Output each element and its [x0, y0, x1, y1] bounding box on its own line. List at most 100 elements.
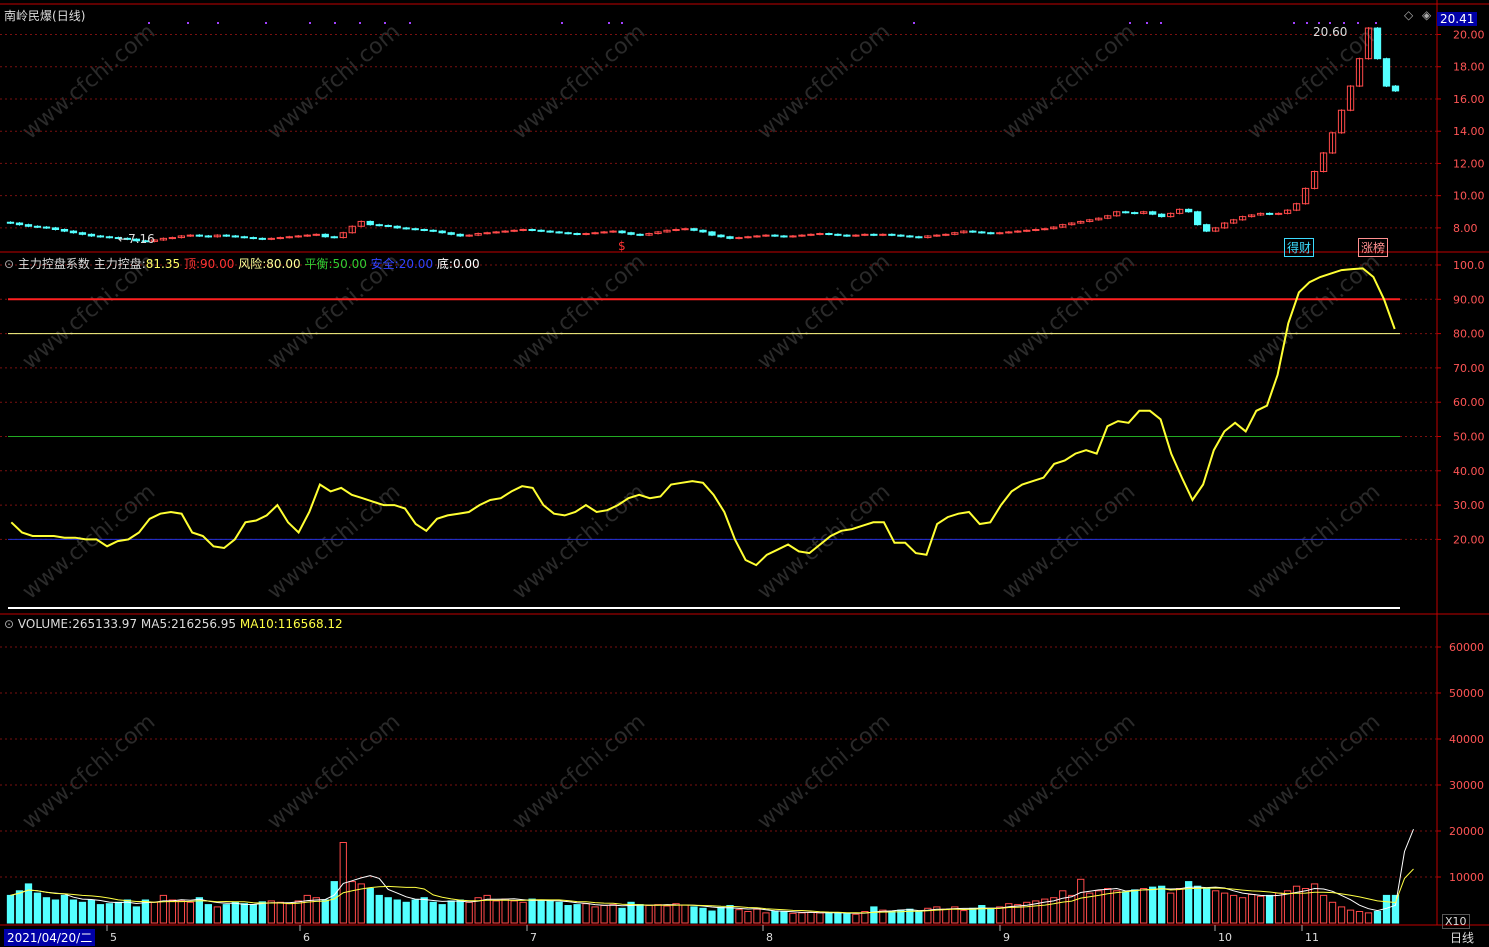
- candle-body[interactable]: [6, 221, 15, 224]
- candle-body[interactable]: [807, 233, 815, 236]
- candle-body[interactable]: [366, 220, 374, 226]
- volume-bar[interactable]: [303, 894, 311, 924]
- volume-bar[interactable]: [663, 905, 671, 924]
- volume-bar[interactable]: [366, 888, 374, 924]
- candle-body[interactable]: [231, 235, 239, 238]
- candle-body[interactable]: [483, 232, 491, 235]
- candle-body[interactable]: [1265, 212, 1274, 215]
- candle-body[interactable]: [1391, 85, 1400, 92]
- volume-bar[interactable]: [870, 906, 878, 924]
- volume-bar[interactable]: [960, 910, 968, 924]
- volume-bar[interactable]: [1059, 890, 1067, 924]
- volume-bar[interactable]: [1256, 895, 1265, 924]
- volume-bar[interactable]: [654, 904, 662, 924]
- price-candles-layer[interactable]: [6, 22, 1400, 243]
- candle-body[interactable]: [1158, 213, 1166, 218]
- candle-body[interactable]: [1005, 231, 1013, 234]
- candle-body[interactable]: [843, 234, 851, 237]
- candle-body[interactable]: [276, 237, 284, 240]
- volume-bar[interactable]: [735, 909, 743, 924]
- volume-bar[interactable]: [915, 911, 923, 924]
- volume-bar[interactable]: [42, 897, 51, 924]
- volume-bar[interactable]: [1202, 888, 1211, 924]
- candle-body[interactable]: [87, 233, 96, 237]
- candle-body[interactable]: [978, 231, 986, 234]
- volume-bar[interactable]: [141, 899, 150, 924]
- candle-body[interactable]: [249, 237, 257, 240]
- candle-body[interactable]: [1131, 212, 1139, 215]
- candle-body[interactable]: [240, 236, 248, 239]
- volume-bar[interactable]: [807, 911, 815, 924]
- volume-bar[interactable]: [996, 906, 1004, 924]
- volume-bar[interactable]: [699, 907, 707, 924]
- volume-bar[interactable]: [780, 911, 788, 924]
- volume-bar[interactable]: [564, 905, 572, 924]
- candle-body[interactable]: [753, 235, 761, 238]
- volume-bar[interactable]: [330, 881, 338, 924]
- candle-body[interactable]: [1032, 228, 1040, 231]
- candle-body[interactable]: [258, 237, 266, 240]
- volume-bar[interactable]: [222, 904, 230, 924]
- candle-body[interactable]: [816, 233, 824, 236]
- volume-bar[interactable]: [708, 910, 716, 924]
- volume-bar[interactable]: [123, 899, 132, 924]
- candle-body[interactable]: [564, 232, 572, 235]
- volume-bar[interactable]: [240, 903, 248, 924]
- volume-bar[interactable]: [573, 904, 581, 924]
- volume-bar[interactable]: [1328, 901, 1337, 924]
- candle-body[interactable]: [42, 226, 51, 229]
- diamond-icon[interactable]: ◇: [1404, 8, 1413, 22]
- candle-body[interactable]: [186, 234, 195, 237]
- event-tag-2[interactable]: 涨榜: [1358, 238, 1389, 257]
- candle-body[interactable]: [627, 232, 635, 235]
- volume-bar[interactable]: [321, 899, 329, 924]
- volume-bar[interactable]: [798, 912, 806, 924]
- volume-bar[interactable]: [384, 897, 392, 924]
- volume-bar[interactable]: [546, 900, 554, 924]
- volume-bar[interactable]: [96, 904, 105, 924]
- candle-body[interactable]: [969, 230, 977, 233]
- volume-bar[interactable]: [1301, 888, 1310, 924]
- volume-bar[interactable]: [1140, 888, 1148, 924]
- volume-bar[interactable]: [465, 901, 473, 924]
- candle-body[interactable]: [492, 231, 500, 234]
- candle-body[interactable]: [1382, 58, 1391, 87]
- candle-body[interactable]: [1193, 211, 1202, 226]
- volume-bar[interactable]: [519, 901, 527, 924]
- volume-layer[interactable]: [6, 829, 1414, 924]
- volume-bar[interactable]: [456, 899, 464, 924]
- candle-body[interactable]: [51, 227, 60, 230]
- candle-body[interactable]: [933, 234, 941, 237]
- volume-bar[interactable]: [645, 905, 653, 924]
- collapse-icon[interactable]: ⊙: [4, 257, 14, 271]
- volume-bar[interactable]: [177, 900, 186, 924]
- candle-body[interactable]: [582, 233, 590, 236]
- volume-bar[interactable]: [1238, 897, 1247, 924]
- volume-bar[interactable]: [33, 892, 42, 924]
- candle-body[interactable]: [708, 231, 716, 236]
- volume-bar[interactable]: [582, 903, 590, 924]
- candle-body[interactable]: [861, 233, 869, 236]
- volume-bar[interactable]: [1274, 892, 1283, 924]
- volume-bar[interactable]: [105, 903, 114, 924]
- candle-body[interactable]: [465, 234, 473, 237]
- candle-body[interactable]: [384, 224, 392, 227]
- candle-body[interactable]: [1185, 208, 1193, 213]
- candle-body[interactable]: [1122, 211, 1130, 214]
- volume-bar[interactable]: [753, 908, 761, 924]
- volume-bar[interactable]: [1122, 891, 1130, 924]
- candle-body[interactable]: [501, 230, 509, 233]
- candle-body[interactable]: [870, 233, 878, 236]
- volume-bar[interactable]: [267, 900, 275, 924]
- volume-bar[interactable]: [771, 910, 779, 924]
- volume-bar[interactable]: [492, 900, 500, 924]
- candle-body[interactable]: [681, 228, 689, 231]
- volume-bar[interactable]: [159, 894, 168, 924]
- volume-bar[interactable]: [717, 906, 725, 924]
- candle-body[interactable]: [672, 228, 680, 231]
- volume-bar[interactable]: [1229, 894, 1238, 924]
- collapse-icon[interactable]: ⊙: [4, 617, 14, 631]
- candle-body[interactable]: [420, 228, 428, 231]
- candle-body[interactable]: [879, 233, 887, 236]
- candle-body[interactable]: [330, 236, 338, 239]
